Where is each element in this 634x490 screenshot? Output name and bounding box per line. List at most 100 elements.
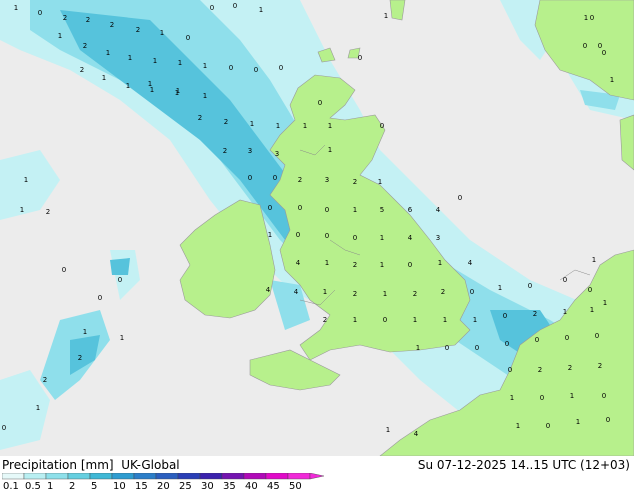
scale-color-segment xyxy=(265,473,289,480)
precip-value-label: 0 xyxy=(296,231,300,239)
precip-value-label: 0 xyxy=(229,64,233,72)
precip-value-label: 2 xyxy=(323,316,327,324)
precip-value-label: 1 xyxy=(563,308,567,316)
scale-tick-label: 30 xyxy=(201,481,214,490)
precip-value-label: 1 xyxy=(36,404,40,412)
precip-value-label: 1 xyxy=(413,316,417,324)
scale-tick-label: 10 xyxy=(113,481,126,490)
precip-value-label: 2 xyxy=(46,208,50,216)
scale-color-segment xyxy=(243,473,267,480)
precip-value-label: 0 xyxy=(118,276,122,284)
precip-value-label: 0 xyxy=(470,288,474,296)
precip-value-label: 1 xyxy=(128,54,132,62)
precip-value-label: 1 xyxy=(473,316,477,324)
precip-value-label: 2 xyxy=(224,118,228,126)
precip-value-label: 0 xyxy=(535,336,539,344)
precip-value-label: 1 xyxy=(160,29,164,37)
map-viewer: 1022221000121111112111110001122123311100… xyxy=(0,0,634,490)
color-scale-bar: 0.1 0.5 1 2 5 10 15 20 25 30 35 40 45 50 xyxy=(2,473,325,490)
scale-color-segment xyxy=(155,473,179,480)
precip-value-label: 1 xyxy=(590,306,594,314)
precip-value-label: 0 xyxy=(210,4,214,12)
precip-value-label: 2 xyxy=(223,147,227,155)
precip-value-label: 0 xyxy=(325,232,329,240)
precip-value-label: 0 xyxy=(598,42,602,50)
precip-value-label: 1 xyxy=(14,4,18,12)
precip-value-label: 2 xyxy=(83,42,87,50)
precip-value-label: 0 xyxy=(98,294,102,302)
precip-value-label: 0 xyxy=(318,99,322,107)
precip-value-label: 0 xyxy=(233,2,237,10)
scale-tick-label: 20 xyxy=(157,481,170,490)
precip-value-label: 1 xyxy=(102,74,106,82)
precip-value-label: 1 xyxy=(380,261,384,269)
precip-value-label: 2 xyxy=(353,178,357,186)
scale-tick-label: 40 xyxy=(245,481,258,490)
precip-value-label: 2 xyxy=(538,366,542,374)
precip-value-label: 0 xyxy=(380,122,384,130)
scale-arrow-tip xyxy=(309,473,325,480)
scale-color-segment xyxy=(23,473,47,480)
precip-value-label: 0 xyxy=(565,334,569,342)
precip-value-label: 1 xyxy=(24,176,28,184)
precip-value-label: 4 xyxy=(468,259,473,267)
scale-tick-label: 1 xyxy=(47,481,53,490)
precip-value-label: 1 xyxy=(570,392,574,400)
precip-value-label: 2 xyxy=(198,114,202,122)
precip-value-label: 2 xyxy=(86,16,90,24)
precip-value-label: 0 xyxy=(445,344,449,352)
scale-tick-label: 50 xyxy=(289,481,302,490)
scale-color-segment xyxy=(89,473,113,480)
precip-value-label: 4 xyxy=(414,430,419,438)
precip-value-label: 0 xyxy=(588,286,592,294)
precip-value-label: 4 xyxy=(436,206,441,214)
precip-value-label: 3 xyxy=(248,147,252,155)
precip-value-label: 1 xyxy=(126,82,130,90)
precip-value-label: 1 xyxy=(203,62,207,70)
precip-value-label: 4 xyxy=(266,286,271,294)
precip-value-label: 1 xyxy=(176,87,180,95)
precip-value-label: 1 xyxy=(386,426,390,434)
precip-value-label: 1 xyxy=(83,328,87,336)
scale-tick-label: 0.5 xyxy=(25,481,41,490)
scale-tick-label: 2 xyxy=(69,481,75,490)
precip-value-label: 0 xyxy=(186,34,190,42)
precip-value-label: 1 xyxy=(576,418,580,426)
scale-color-segment xyxy=(221,473,245,480)
precip-value-label: 0 xyxy=(408,261,412,269)
model-name: UK-Global xyxy=(121,458,180,472)
precip-value-label: 4 xyxy=(294,288,299,296)
precip-value-label: 3 xyxy=(325,176,329,184)
precip-value-label: 1 xyxy=(380,234,384,242)
precip-value-label: 1 xyxy=(416,344,420,352)
product-name: Precipitation [mm] xyxy=(2,458,114,472)
precip-value-label: 1 xyxy=(592,256,596,264)
precip-value-label: 1 xyxy=(120,334,124,342)
precip-value-label: 0 xyxy=(325,206,329,214)
precip-value-label: 1 xyxy=(250,120,254,128)
precip-value-label: 0 xyxy=(273,174,277,182)
precip-value-label: 0 xyxy=(595,332,599,340)
precip-value-label: 1 xyxy=(203,92,207,100)
precip-value-label: 1 xyxy=(353,206,357,214)
scale-tick-label: 35 xyxy=(223,481,236,490)
scale-tick-label: 25 xyxy=(179,481,192,490)
precip-value-label: 0 xyxy=(458,194,462,202)
scale-tick-label: 45 xyxy=(267,481,280,490)
precip-value-label: 0 xyxy=(353,234,357,242)
scale-color-segment xyxy=(287,473,311,480)
precip-value-label: 1 xyxy=(268,231,272,239)
scale-tick-label: 15 xyxy=(135,481,148,490)
precip-value-label: 0 xyxy=(508,366,512,374)
precip-value-label: 1 xyxy=(498,284,502,292)
precip-value-label: 1 xyxy=(58,32,62,40)
precip-value-label: 2 xyxy=(63,14,67,22)
scale-color-segment xyxy=(2,473,25,480)
precip-value-label: 4 xyxy=(408,234,413,242)
precipitation-map[interactable]: 1 0 2 2 2 2 1 0 0 0 1 2 1 1 1 1 1 1 2 1 1 1 1 1 0 0 0 1 1 2 2 1 2 3 3 1 1 1 0 0… xyxy=(0,0,634,456)
precip-value-label: 6 xyxy=(408,206,413,214)
precip-value-label: 1 xyxy=(438,259,442,267)
precip-value-label: 1 xyxy=(325,259,329,267)
precip-value-label: 0 xyxy=(546,422,550,430)
precip-value-label: 1 xyxy=(328,122,332,130)
